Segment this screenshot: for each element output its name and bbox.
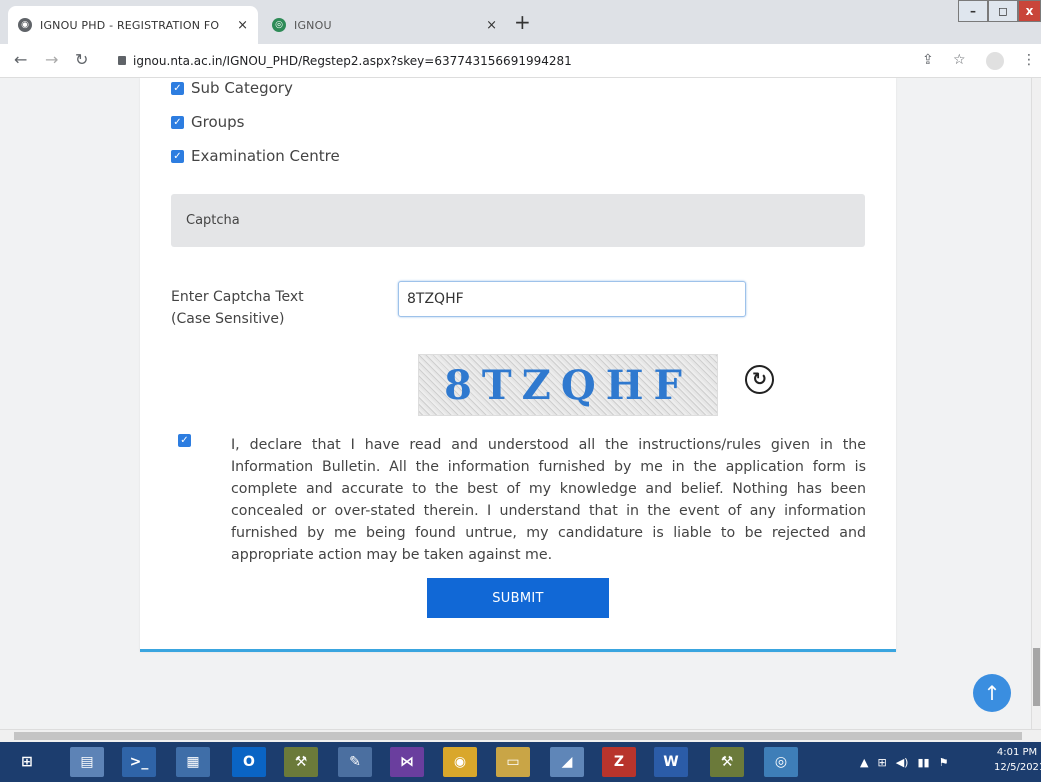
browser-toolbar: ← → ↻ ignou.nta.ac.in/IGNOU_PHD/Regstep2… bbox=[0, 44, 1041, 78]
captcha-section-header: Captcha bbox=[171, 194, 865, 247]
tab-ignou-phd-registration[interactable]: ◉ IGNOU PHD - REGISTRATION FO × bbox=[8, 6, 258, 44]
browser-tab-strip: ◉ IGNOU PHD - REGISTRATION FO × ◎ IGNOU … bbox=[0, 0, 1041, 44]
url-text: ignou.nta.ac.in/IGNOU_PHD/Regstep2.aspx?… bbox=[133, 54, 572, 68]
bookmark-star-icon[interactable]: ☆ bbox=[953, 52, 966, 68]
volume-icon[interactable]: ◀) bbox=[896, 756, 909, 769]
tab-ignou[interactable]: ◎ IGNOU × bbox=[262, 6, 507, 44]
captcha-field-label: Enter Captcha Text (Case Sensitive) bbox=[171, 286, 304, 330]
address-bar[interactable]: ignou.nta.ac.in/IGNOU_PHD/Regstep2.aspx?… bbox=[118, 49, 898, 73]
windows-start-icon[interactable]: ⊞ bbox=[10, 747, 44, 777]
checklist-label: Groups bbox=[191, 113, 245, 131]
captcha-image: 8TZQHF bbox=[418, 354, 718, 416]
vertical-scrollbar[interactable] bbox=[1031, 78, 1041, 729]
network-app-icon[interactable]: ◎ bbox=[764, 747, 798, 777]
tray-expand-icon[interactable]: ▲ bbox=[860, 756, 868, 769]
checklist-label: Sub Category bbox=[191, 79, 293, 97]
tab-title: IGNOU bbox=[294, 18, 332, 32]
signal-icon[interactable]: ▮▮ bbox=[917, 756, 929, 769]
back-arrow-icon[interactable]: ← bbox=[14, 50, 27, 69]
ignou-favicon-icon: ◎ bbox=[272, 18, 286, 32]
reload-icon[interactable]: ↻ bbox=[75, 50, 88, 69]
horizontal-scrollbar-thumb[interactable] bbox=[14, 732, 1022, 740]
tools-icon[interactable]: ⚒ bbox=[284, 747, 318, 777]
close-window-button[interactable]: x bbox=[1018, 0, 1041, 22]
captcha-label-hint: (Case Sensitive) bbox=[171, 311, 285, 327]
checkbox-checked-icon[interactable]: ✓ bbox=[171, 115, 184, 129]
tab-title: IGNOU PHD - REGISTRATION FO bbox=[40, 18, 220, 32]
registration-form-card: ✓ Sub Category ✓ Groups ✓ Examination Ce… bbox=[140, 78, 896, 652]
captcha-refresh-icon[interactable]: ↻ bbox=[745, 365, 774, 394]
system-tray: ▲ ⊞ ◀) ▮▮ ⚑ bbox=[860, 742, 948, 782]
profile-avatar-icon[interactable] bbox=[986, 52, 1004, 70]
server-manager-icon[interactable]: ▤ bbox=[70, 747, 104, 777]
tab-close-button[interactable]: × bbox=[237, 18, 248, 33]
clock-date: 12/5/2021 bbox=[994, 762, 1041, 773]
checklist-item-groups[interactable]: ✓ Groups bbox=[171, 113, 244, 131]
menu-kebab-icon[interactable]: ⋮ bbox=[1022, 52, 1036, 68]
chrome-icon[interactable]: ◉ bbox=[443, 747, 477, 777]
visual-studio-icon[interactable]: ⋈ bbox=[390, 747, 424, 777]
file-explorer-icon[interactable]: ▭ bbox=[496, 747, 530, 777]
minimize-button[interactable]: – bbox=[958, 0, 988, 22]
windows-taskbar: ⊞ ▤ >_ ▦ O ⚒ ✎ ⋈ ◉ ▭ ◢ Z W ⚒ ◎ ▲ ⊞ ◀) ▮▮… bbox=[0, 742, 1041, 782]
submit-button[interactable]: SUBMIT bbox=[427, 578, 609, 618]
paint-icon[interactable]: ✎ bbox=[338, 747, 372, 777]
tab-close-button[interactable]: × bbox=[486, 18, 497, 33]
powershell-icon[interactable]: >_ bbox=[122, 747, 156, 777]
tools-icon-2[interactable]: ⚒ bbox=[710, 747, 744, 777]
control-panel-icon[interactable]: ▦ bbox=[176, 747, 210, 777]
globe-icon: ◉ bbox=[18, 18, 32, 32]
outlook-icon[interactable]: O bbox=[232, 747, 266, 777]
flag-icon[interactable]: ⚑ bbox=[939, 756, 949, 769]
declaration-text: I, declare that I have read and understo… bbox=[231, 437, 866, 563]
checkbox-checked-icon[interactable]: ✓ bbox=[171, 81, 184, 95]
horizontal-scrollbar[interactable] bbox=[0, 729, 1041, 742]
maximize-button[interactable]: ◻ bbox=[988, 0, 1018, 22]
taskbar-clock[interactable]: 4:01 PM 12/5/2021 bbox=[994, 745, 1041, 775]
checklist-label: Examination Centre bbox=[191, 147, 340, 165]
network-icon[interactable]: ⊞ bbox=[877, 756, 886, 769]
new-tab-button[interactable]: + bbox=[514, 10, 531, 34]
share-icon[interactable]: ⇪ bbox=[922, 52, 934, 68]
word-icon[interactable]: W bbox=[654, 747, 688, 777]
page-viewport: ✓ Sub Category ✓ Groups ✓ Examination Ce… bbox=[0, 78, 1031, 729]
scroll-to-top-arrow-icon[interactable]: ↑ bbox=[973, 674, 1011, 712]
checklist-item-sub-category[interactable]: ✓ Sub Category bbox=[171, 79, 293, 97]
sticky-app-icon[interactable]: ◢ bbox=[550, 747, 584, 777]
captcha-label-line: Enter Captcha Text bbox=[171, 289, 304, 305]
lock-icon bbox=[118, 56, 126, 65]
declaration-checkbox[interactable]: ✓ bbox=[178, 434, 191, 447]
filezilla-icon[interactable]: Z bbox=[602, 747, 636, 777]
vertical-scrollbar-thumb[interactable] bbox=[1033, 648, 1040, 706]
clock-time: 4:01 PM bbox=[996, 747, 1038, 758]
checkbox-checked-icon[interactable]: ✓ bbox=[171, 149, 184, 163]
captcha-input[interactable] bbox=[398, 281, 746, 317]
captcha-image-text: 8TZQHF bbox=[444, 361, 692, 409]
forward-arrow-icon[interactable]: → bbox=[45, 50, 58, 69]
checklist-item-examination-centre[interactable]: ✓ Examination Centre bbox=[171, 147, 340, 165]
